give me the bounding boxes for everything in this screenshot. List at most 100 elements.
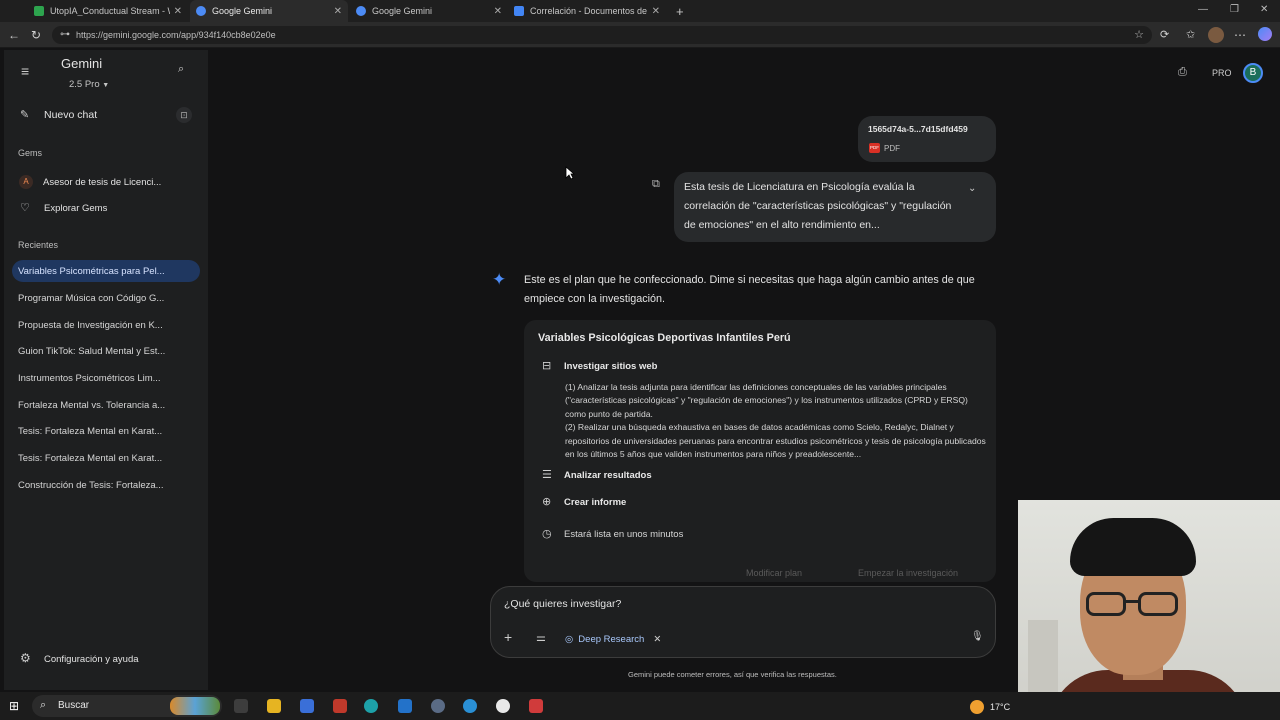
remove-chip-icon[interactable]: ✕ (653, 634, 661, 645)
gemini-sparkle-icon: ✦ (492, 270, 507, 289)
minimize-icon[interactable]: — (1198, 4, 1208, 15)
tab-favicon-icon (34, 6, 44, 16)
close-tab-icon[interactable]: ✕ (334, 6, 342, 17)
gear-icon: ⚙ (20, 651, 31, 665)
bookmark-star-icon[interactable]: ☆ (1134, 28, 1144, 41)
analyze-icon: ☰ (542, 469, 552, 481)
app-globe-icon[interactable] (431, 699, 445, 713)
uploaded-file-card[interactable]: 1565d74a-5...7d15dfd459 PDF PDF (858, 116, 996, 162)
weather-icon (970, 700, 984, 714)
gems-icon: ♡ (20, 202, 30, 214)
plan-step-analyze: Analizar resultados (564, 470, 652, 481)
recent-chat-item[interactable]: Tesis: Fortaleza Mental en Karat... (18, 426, 188, 437)
tools-icon[interactable]: ⚌ (536, 631, 546, 644)
gem-item-asesor[interactable]: A Asesor de tesis de Licenci... (12, 173, 200, 191)
temperature-text: 17°C (990, 702, 1011, 712)
recent-chat-item[interactable]: Tesis: Fortaleza Mental en Karat... (18, 453, 188, 464)
browser-tab-3[interactable]: Google Gemini ✕ (350, 0, 508, 22)
edge-icon[interactable] (364, 699, 378, 713)
user-message-bubble: Esta tesis de Licenciatura en Psicología… (674, 172, 996, 242)
close-tab-icon[interactable]: ✕ (494, 6, 502, 17)
recent-chat-item[interactable]: Variables Psicométricas para Pel... (18, 266, 188, 277)
microphone-icon[interactable]: 🎙 (971, 631, 984, 642)
reload-icon[interactable]: ↻ (31, 28, 41, 42)
new-tab-button[interactable]: + (670, 0, 690, 22)
edit-plan-button[interactable]: Modificar plan (746, 568, 802, 578)
glasses-left (1086, 592, 1126, 616)
task-view-icon[interactable] (234, 699, 248, 713)
glasses-right (1138, 592, 1178, 616)
report-icon: ⊕ (542, 496, 552, 508)
gemini-extension-icon[interactable] (1258, 27, 1272, 41)
start-research-button[interactable]: Empezar la investigación (858, 568, 958, 578)
browser-active-icon[interactable] (463, 699, 477, 713)
maximize-icon[interactable]: ❐ (1230, 4, 1239, 15)
store-icon[interactable] (300, 699, 314, 713)
clock-icon: ◷ (542, 528, 552, 540)
settings-help-button[interactable]: ⚙ Configuración y ayuda (12, 650, 200, 668)
gemini-favicon-icon (356, 6, 366, 16)
plan-step-research: Investigar sitios web (564, 361, 658, 372)
pdf-icon: PDF (869, 143, 880, 153)
close-tab-icon[interactable]: ✕ (174, 6, 182, 17)
mouse-cursor-icon (565, 166, 575, 180)
explore-gems-button[interactable]: ♡ Explorar Gems (12, 199, 200, 217)
add-attachment-icon[interactable]: + (504, 629, 512, 645)
plan-step-detail: (1) Analizar la tesis adjunta para ident… (565, 382, 986, 460)
recent-chat-item[interactable]: Programar Música con Código G... (18, 293, 188, 304)
recent-chat-item[interactable]: Construcción de Tesis: Fortaleza... (18, 480, 188, 491)
taskbar-search[interactable]: ⌕ Buscar (32, 695, 222, 717)
model-selector[interactable]: 2.5 Pro ▼ (69, 79, 109, 90)
back-icon[interactable]: ← (8, 28, 20, 42)
user-message-text: Esta tesis de Licenciatura en Psicología… (684, 181, 952, 231)
browser-tab-2[interactable]: Google Gemini ✕ (190, 0, 348, 22)
plan-title: Variables Psicológicas Deportivas Infant… (538, 332, 791, 344)
expand-chevron-icon[interactable]: ⌄ (968, 183, 976, 194)
more-menu-icon[interactable]: ⋯ (1234, 28, 1246, 42)
app-record-icon[interactable] (529, 699, 543, 713)
taskbar: ⊞ ⌕ Buscar (0, 692, 1280, 720)
site-info-icon[interactable]: ⊶ (60, 29, 70, 40)
deep-research-icon: ◎ (565, 633, 574, 645)
menu-icon[interactable]: ≡ (21, 63, 29, 79)
user-avatar[interactable]: B (1243, 63, 1263, 83)
search-icon[interactable]: ⌕ (178, 63, 184, 76)
url-field[interactable]: ⊶ https://gemini.google.com/app/934f140c… (52, 26, 1152, 44)
prompt-placeholder[interactable]: ¿Qué quieres investigar? (504, 598, 621, 610)
disclaimer-text: Gemini puede cometer errores, así que ve… (628, 670, 837, 679)
new-chat-button[interactable]: ✎ Nuevo chat (12, 106, 200, 126)
close-window-icon[interactable]: ✕ (1260, 4, 1268, 15)
browser-tab-1[interactable]: UtopIA_Conductual Stream - Wat ✕ (28, 0, 188, 22)
gem-avatar: A (19, 175, 33, 189)
extensions-icon[interactable]: ⟳ (1160, 28, 1169, 41)
copy-icon[interactable]: ⧉ (652, 178, 660, 191)
browse-web-icon: ⊟ (542, 360, 552, 372)
app-red-icon[interactable] (333, 699, 347, 713)
app-title: Gemini (61, 56, 103, 71)
plan-step-report: Crear informe (564, 497, 627, 508)
temporary-chat-icon[interactable]: ⊡ (176, 107, 192, 123)
docs-favicon-icon (514, 6, 524, 16)
vscode-icon[interactable] (398, 699, 412, 713)
recent-chat-item[interactable]: Guion TikTok: Salud Mental y Est... (18, 346, 188, 357)
recent-heading: Recientes (18, 240, 59, 250)
windows-start-icon[interactable]: ⊞ (9, 699, 19, 713)
search-icon: ⌕ (40, 699, 47, 711)
plan-eta: Estará lista en unos minutos (564, 529, 684, 540)
obs-icon[interactable] (496, 699, 510, 713)
close-tab-icon[interactable]: ✕ (652, 6, 660, 17)
chevron-down-icon: ▼ (102, 82, 110, 89)
profile-avatar[interactable] (1208, 27, 1224, 43)
recent-chat-item[interactable]: Fortaleza Mental vs. Tolerancia a... (18, 400, 188, 411)
favorites-icon[interactable]: ✩ (1186, 28, 1195, 41)
gems-heading: Gems (18, 148, 43, 158)
prompt-input-box[interactable]: ¿Qué quieres investigar? + ⚌ ◎ Deep Rese… (490, 586, 996, 658)
search-highlight-image (170, 697, 220, 715)
file-explorer-icon[interactable] (267, 699, 281, 713)
deep-research-chip[interactable]: ◎ Deep Research ✕ (565, 631, 661, 647)
gemini-favicon-icon (196, 6, 206, 16)
print-icon[interactable]: ⎙ (1178, 66, 1187, 79)
recent-chat-item[interactable]: Propuesta de Investigación en K... (18, 320, 188, 331)
browser-tab-4[interactable]: Correlación - Documentos de Go ✕ (508, 0, 666, 22)
recent-chat-item[interactable]: Instrumentos Psicométricos Lim... (18, 373, 188, 384)
